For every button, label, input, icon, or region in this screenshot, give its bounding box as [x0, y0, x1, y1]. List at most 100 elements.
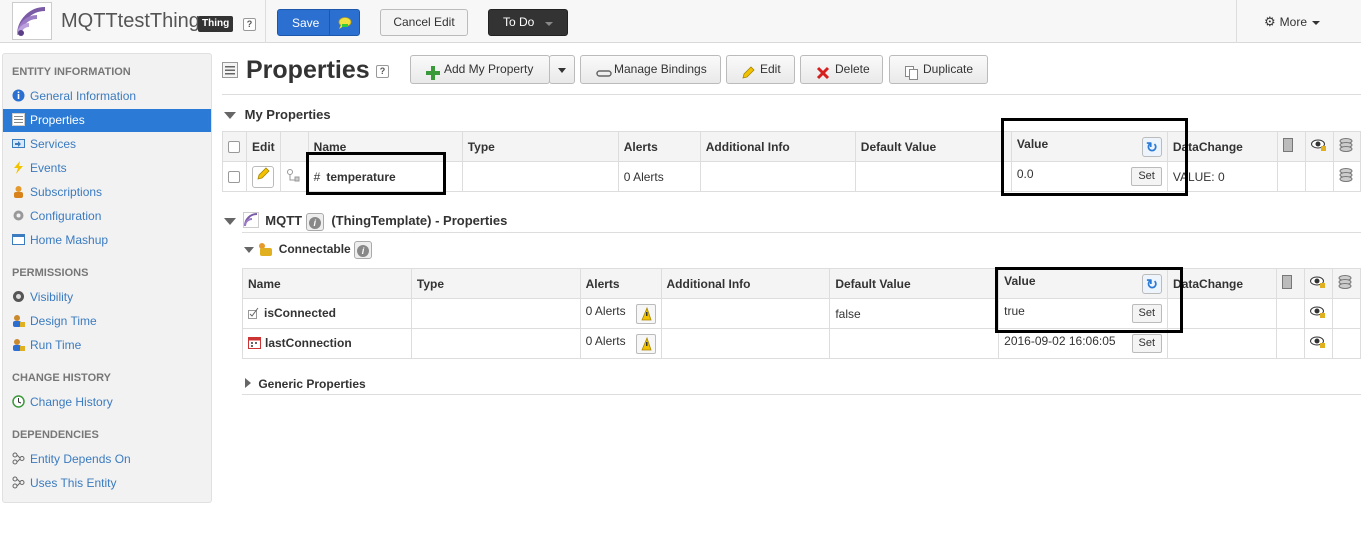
- alerts-count: 0 Alerts: [585, 303, 626, 318]
- sidebar: ENTITY INFORMATION General Information P…: [2, 53, 212, 503]
- delete-button[interactable]: Delete: [800, 55, 883, 84]
- lightning-icon: [12, 159, 25, 174]
- generic-properties-header[interactable]: Generic Properties: [245, 377, 366, 391]
- help-icon[interactable]: ?: [376, 65, 389, 78]
- cancel-edit-button[interactable]: Cancel Edit: [380, 9, 468, 36]
- edit-button[interactable]: Edit: [726, 55, 795, 84]
- persistent-cell: [1275, 298, 1305, 329]
- properties-icon: [12, 111, 25, 126]
- sidebar-item-label: Design Time: [30, 314, 97, 328]
- sidebar-item-general-information[interactable]: General Information: [3, 85, 211, 108]
- property-name-cell[interactable]: lastConnection: [242, 328, 412, 359]
- visibility-cell: [1304, 161, 1334, 192]
- eye-lock-icon: [1309, 306, 1326, 322]
- template-name[interactable]: MQTT: [265, 213, 302, 228]
- divider: [222, 94, 1361, 95]
- eye-lock-icon: [1310, 139, 1327, 155]
- column-header-type[interactable]: Type: [410, 268, 581, 299]
- more-menu[interactable]: ⚙ More: [1236, 0, 1361, 43]
- select-all-checkbox[interactable]: [228, 141, 240, 154]
- column-header-type[interactable]: Type: [461, 131, 619, 162]
- edit-label: Edit: [760, 62, 781, 76]
- property-value-cell: 2016-09-02 16:06:05 Set: [998, 328, 1169, 359]
- column-header-default-value[interactable]: Default Value: [829, 268, 1000, 299]
- logged-cell: [1332, 161, 1361, 192]
- row-select-cell[interactable]: [222, 161, 247, 192]
- manage-bindings-button[interactable]: Manage Bindings: [580, 55, 721, 84]
- sidebar-section-change-history: CHANGE HISTORY: [12, 372, 112, 384]
- sidebar-item-home-mashup[interactable]: Home Mashup: [3, 229, 211, 252]
- save-button[interactable]: Save: [277, 9, 360, 36]
- user-lock-icon: [12, 336, 25, 351]
- pencil-icon[interactable]: [252, 165, 274, 188]
- visibility-cell: [1303, 328, 1333, 359]
- top-bar: MQTTtestThing Thing ? Save Cancel Edit T…: [0, 0, 1361, 43]
- info-icon[interactable]: i: [305, 212, 324, 231]
- select-all-cell[interactable]: [222, 131, 247, 162]
- delete-icon: [816, 63, 830, 80]
- help-icon[interactable]: ?: [243, 18, 256, 31]
- property-value: 2016-09-02 16:06:05: [1004, 334, 1116, 348]
- sidebar-item-uses-this-entity[interactable]: Uses This Entity: [3, 472, 211, 495]
- sidebar-item-design-time[interactable]: Design Time: [3, 310, 211, 333]
- chevron-down-icon: [1312, 20, 1320, 25]
- row-checkbox[interactable]: [228, 171, 240, 184]
- column-header-alerts[interactable]: Alerts: [579, 268, 662, 299]
- duplicate-label: Duplicate: [923, 62, 974, 76]
- template-properties-header[interactable]: MQTT i (ThingTemplate) - Properties: [224, 212, 507, 231]
- property-alerts-cell: 0 Alerts: [617, 161, 701, 192]
- sidebar-item-label: Services: [30, 137, 77, 151]
- sidebar-item-label: Properties: [30, 113, 85, 127]
- property-type-cell: [410, 298, 581, 329]
- expand-icon[interactable]: [245, 378, 251, 388]
- property-name-cell[interactable]: isConnected: [242, 298, 412, 329]
- plus-icon: [426, 63, 440, 80]
- sidebar-item-run-time[interactable]: Run Time: [3, 334, 211, 357]
- row-edit-cell[interactable]: [246, 161, 281, 192]
- my-properties-header[interactable]: My Properties: [224, 107, 331, 122]
- connectable-shape-header[interactable]: Connectable i: [244, 241, 373, 259]
- database-icon: [1282, 138, 1293, 155]
- column-header-default-value[interactable]: Default Value: [854, 131, 1012, 162]
- collapse-icon[interactable]: [244, 247, 254, 254]
- collapse-icon[interactable]: [224, 112, 236, 119]
- column-header-additional-info[interactable]: Additional Info: [699, 131, 856, 162]
- info-icon[interactable]: i: [354, 241, 373, 259]
- column-header-datachange[interactable]: DataChange: [1167, 268, 1277, 299]
- divider: [242, 232, 1361, 233]
- property-alerts-cell: 0 Alerts: [579, 298, 662, 329]
- comment-icon[interactable]: [329, 10, 359, 35]
- column-header-additional-info[interactable]: Additional Info: [660, 268, 831, 299]
- page-title: Properties: [246, 56, 370, 84]
- sidebar-item-label: Home Mashup: [30, 233, 109, 247]
- sidebar-item-properties[interactable]: Properties: [3, 109, 211, 132]
- add-property-dropdown-button[interactable]: [549, 55, 575, 84]
- todo-button[interactable]: To Do: [488, 9, 568, 36]
- sidebar-item-events[interactable]: Events: [3, 157, 211, 180]
- sidebar-item-entity-depends-on[interactable]: Entity Depends On: [3, 448, 211, 471]
- set-value-button[interactable]: Set: [1131, 334, 1163, 353]
- stack-icon: [1339, 168, 1353, 185]
- duplicate-button[interactable]: Duplicate: [889, 55, 988, 84]
- binding-icon: [286, 169, 300, 185]
- sidebar-item-change-history[interactable]: Change History: [3, 391, 211, 414]
- subscriptions-icon: [12, 183, 25, 198]
- column-header-persistent: [1275, 268, 1305, 299]
- column-header-name[interactable]: Name: [242, 268, 412, 299]
- sidebar-section-permissions: PERMISSIONS: [12, 267, 89, 279]
- visibility-icon: [12, 288, 25, 302]
- edit-alerts-icon[interactable]: [635, 303, 656, 324]
- table-row[interactable]: isConnected 0 Alerts false true Set: [242, 298, 1361, 329]
- database-icon: [1281, 275, 1292, 292]
- sidebar-item-services[interactable]: Services: [3, 133, 211, 156]
- collapse-icon[interactable]: [224, 218, 236, 225]
- edit-alerts-icon[interactable]: [635, 333, 656, 354]
- sidebar-item-subscriptions[interactable]: Subscriptions: [3, 181, 211, 204]
- property-name: lastConnection: [265, 335, 352, 350]
- sidebar-item-configuration[interactable]: Configuration: [3, 205, 211, 228]
- add-my-property-button[interactable]: Add My Property: [410, 55, 550, 84]
- sidebar-item-visibility[interactable]: Visibility: [3, 286, 211, 309]
- column-header-alerts[interactable]: Alerts: [617, 131, 701, 162]
- column-header-visibility: [1304, 131, 1334, 162]
- table-row[interactable]: lastConnection 0 Alerts 2016-09-02 16:06…: [242, 328, 1361, 359]
